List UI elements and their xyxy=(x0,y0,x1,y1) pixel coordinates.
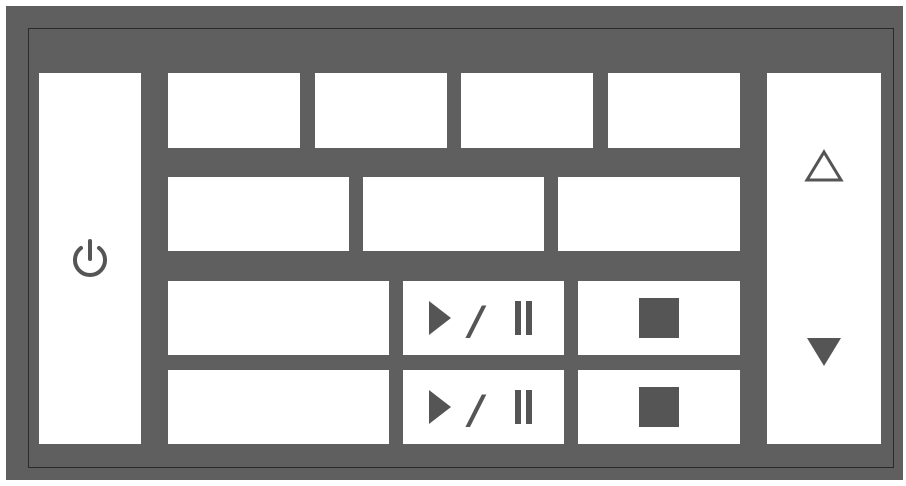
volume-rocker xyxy=(767,73,881,444)
power-button[interactable] xyxy=(39,73,141,444)
triangle-up-outline-icon xyxy=(804,148,844,183)
grid-button-r1-c1[interactable] xyxy=(168,73,300,148)
stop-icon xyxy=(639,387,679,427)
grid-button-r3-blank[interactable] xyxy=(168,281,389,355)
triangle-down-filled-icon xyxy=(804,335,844,369)
grid-button-r4-blank[interactable] xyxy=(168,370,389,444)
grid-button-r2-c1[interactable] xyxy=(168,177,349,251)
stop-button-2[interactable] xyxy=(578,370,740,444)
play-pause-slash: / xyxy=(465,388,487,427)
grid-button-r1-c2[interactable] xyxy=(315,73,447,148)
play-pause-icon: / xyxy=(428,387,539,427)
control-panel: / / xyxy=(6,6,903,480)
up-button[interactable] xyxy=(767,73,881,258)
down-button[interactable] xyxy=(767,259,881,444)
power-icon xyxy=(65,234,115,284)
grid-button-r1-c4[interactable] xyxy=(608,73,740,148)
play-pause-icon: / xyxy=(428,298,539,338)
play-pause-button-2[interactable]: / xyxy=(403,370,564,444)
stop-icon xyxy=(639,298,679,338)
grid-button-r2-c2[interactable] xyxy=(363,177,544,251)
grid-button-r2-c3[interactable] xyxy=(558,177,740,251)
play-pause-button-1[interactable]: / xyxy=(403,281,564,355)
grid-button-r1-c3[interactable] xyxy=(461,73,593,148)
stop-button-1[interactable] xyxy=(578,281,740,355)
play-pause-slash: / xyxy=(465,299,487,338)
